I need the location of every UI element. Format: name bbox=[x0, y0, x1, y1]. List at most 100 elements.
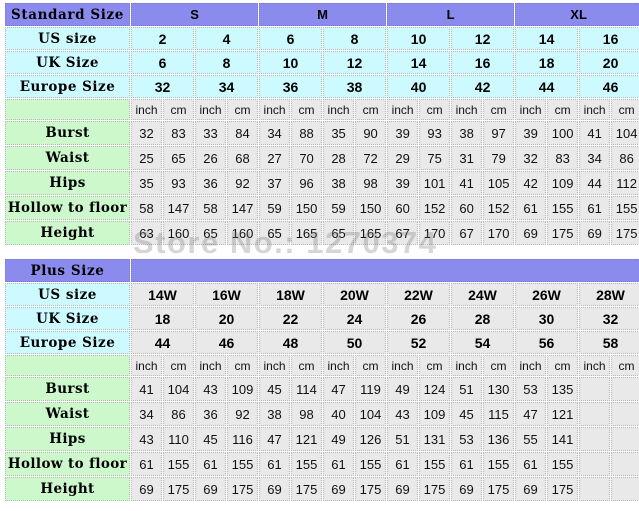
plus-measure-row: Burst 41 104 43 109 45 114 47 119 49 124 51 130 53 135 bbox=[5, 377, 639, 401]
measure-value: 93 bbox=[163, 171, 194, 195]
unit-cm: cm bbox=[483, 355, 514, 376]
measure-value: 150 bbox=[291, 196, 323, 220]
row-label: UK Size bbox=[5, 51, 130, 74]
measure-value: 92 bbox=[227, 171, 259, 195]
measure-value: 32 bbox=[515, 146, 547, 170]
measure-value: 175 bbox=[483, 477, 514, 501]
measure-value: 72 bbox=[355, 146, 387, 170]
measure-value: 155 bbox=[291, 452, 322, 476]
row-label: Europe Size bbox=[5, 75, 130, 98]
measure-value: 105 bbox=[483, 171, 515, 195]
measure-label: Hips bbox=[5, 427, 130, 451]
size-value: 14W bbox=[131, 283, 194, 306]
standard-unit-row: inch cm inch cm inch cm inch cm inch cm inch cm inch… bbox=[5, 99, 639, 120]
measure-value: 61 bbox=[131, 452, 162, 476]
unit-cm: cm bbox=[611, 99, 639, 120]
measure-value: 69 bbox=[387, 477, 418, 501]
measure-value: 53 bbox=[451, 427, 482, 451]
measure-value bbox=[611, 402, 639, 426]
measure-value: 124 bbox=[419, 377, 450, 401]
measure-value: 65 bbox=[259, 221, 291, 245]
measure-value: 69 bbox=[323, 477, 354, 501]
measure-value: 65 bbox=[195, 221, 226, 245]
measure-value: 61 bbox=[259, 452, 290, 476]
unit-cm: cm bbox=[419, 355, 450, 376]
measure-value: 160 bbox=[227, 221, 259, 245]
measure-value: 152 bbox=[419, 196, 451, 220]
table-gap-spacer bbox=[4, 246, 635, 258]
measure-value: 41 bbox=[131, 377, 162, 401]
measure-value: 175 bbox=[611, 221, 639, 245]
unit-inch: inch bbox=[259, 355, 290, 376]
measure-value: 155 bbox=[355, 452, 386, 476]
measure-value: 68 bbox=[227, 146, 259, 170]
measure-value: 37 bbox=[259, 171, 291, 195]
measure-label: Height bbox=[5, 477, 130, 501]
standard-size-row: UK Size 6 8 10 12 14 16 18 20 bbox=[5, 51, 639, 74]
measure-value: 109 bbox=[419, 402, 450, 426]
measure-value: 43 bbox=[131, 427, 162, 451]
plus-size-row: Europe Size 44 46 48 50 52 54 56 58 bbox=[5, 331, 639, 354]
measure-value: 55 bbox=[515, 427, 546, 451]
plus-header-band bbox=[131, 259, 639, 282]
size-value: 28W bbox=[579, 283, 639, 306]
measure-label: Burst bbox=[5, 121, 130, 145]
measure-value: 155 bbox=[547, 196, 579, 220]
size-value: 56 bbox=[515, 331, 578, 354]
measure-value: 69 bbox=[515, 477, 546, 501]
unit-inch: inch bbox=[323, 99, 355, 120]
size-value: 26 bbox=[387, 307, 450, 330]
unit-cm: cm bbox=[355, 99, 387, 120]
unit-inch: inch bbox=[579, 355, 610, 376]
measure-value: 69 bbox=[259, 477, 290, 501]
measure-value: 67 bbox=[387, 221, 419, 245]
unit-inch: inch bbox=[387, 99, 419, 120]
standard-measure-row: Height 63 160 65 160 65 165 65 165 67 170 67 170 69 17… bbox=[5, 221, 639, 245]
measure-value: 49 bbox=[387, 377, 418, 401]
size-value: 22W bbox=[387, 283, 450, 306]
measure-value: 28 bbox=[323, 146, 355, 170]
size-value: 16 bbox=[579, 27, 639, 50]
measure-value: 38 bbox=[323, 171, 355, 195]
measure-label: Hips bbox=[5, 171, 130, 195]
measure-value: 61 bbox=[387, 452, 418, 476]
measure-value: 88 bbox=[291, 121, 323, 145]
measure-value: 155 bbox=[547, 452, 578, 476]
row-label: Europe Size bbox=[5, 331, 130, 354]
measure-value: 34 bbox=[579, 146, 611, 170]
measure-value: 131 bbox=[419, 427, 450, 451]
measure-value: 160 bbox=[163, 221, 194, 245]
measure-value: 58 bbox=[195, 196, 226, 220]
measure-value: 96 bbox=[291, 171, 323, 195]
size-value: 42 bbox=[451, 75, 515, 98]
measure-value: 147 bbox=[227, 196, 259, 220]
measure-value: 27 bbox=[259, 146, 291, 170]
size-value: 4 bbox=[195, 27, 259, 50]
size-value: 34 bbox=[195, 75, 259, 98]
measure-value: 155 bbox=[163, 452, 194, 476]
plus-unit-row: inch cm inch cm inch cm inch cm inch cm inch cm inch… bbox=[5, 355, 639, 376]
measure-value: 135 bbox=[547, 377, 578, 401]
measure-value: 39 bbox=[515, 121, 547, 145]
measure-value: 58 bbox=[131, 196, 162, 220]
measure-value: 59 bbox=[259, 196, 291, 220]
measure-value: 155 bbox=[419, 452, 450, 476]
unit-cm: cm bbox=[547, 99, 579, 120]
standard-size-table: Standard Size S M L XL US size 2 4 6 8 10 12 14 16 UK … bbox=[4, 2, 639, 246]
unit-cm: cm bbox=[291, 355, 322, 376]
measure-value: 26 bbox=[195, 146, 226, 170]
size-value: 2 bbox=[131, 27, 194, 50]
size-value: 32 bbox=[579, 307, 639, 330]
size-chart-root: Standard Size S M L XL US size 2 4 6 8 10 12 14 16 UK … bbox=[0, 0, 639, 511]
measure-label: Height bbox=[5, 221, 130, 245]
measure-value: 175 bbox=[227, 477, 258, 501]
unit-inch: inch bbox=[579, 99, 611, 120]
plus-size-row: UK Size 18 20 22 24 26 28 30 32 bbox=[5, 307, 639, 330]
size-value: 46 bbox=[579, 75, 639, 98]
measure-value: 35 bbox=[323, 121, 355, 145]
measure-value: 59 bbox=[323, 196, 355, 220]
unit-inch: inch bbox=[195, 355, 226, 376]
measure-value: 175 bbox=[355, 477, 386, 501]
size-value: 20 bbox=[579, 51, 639, 74]
row-label: US size bbox=[5, 283, 130, 306]
